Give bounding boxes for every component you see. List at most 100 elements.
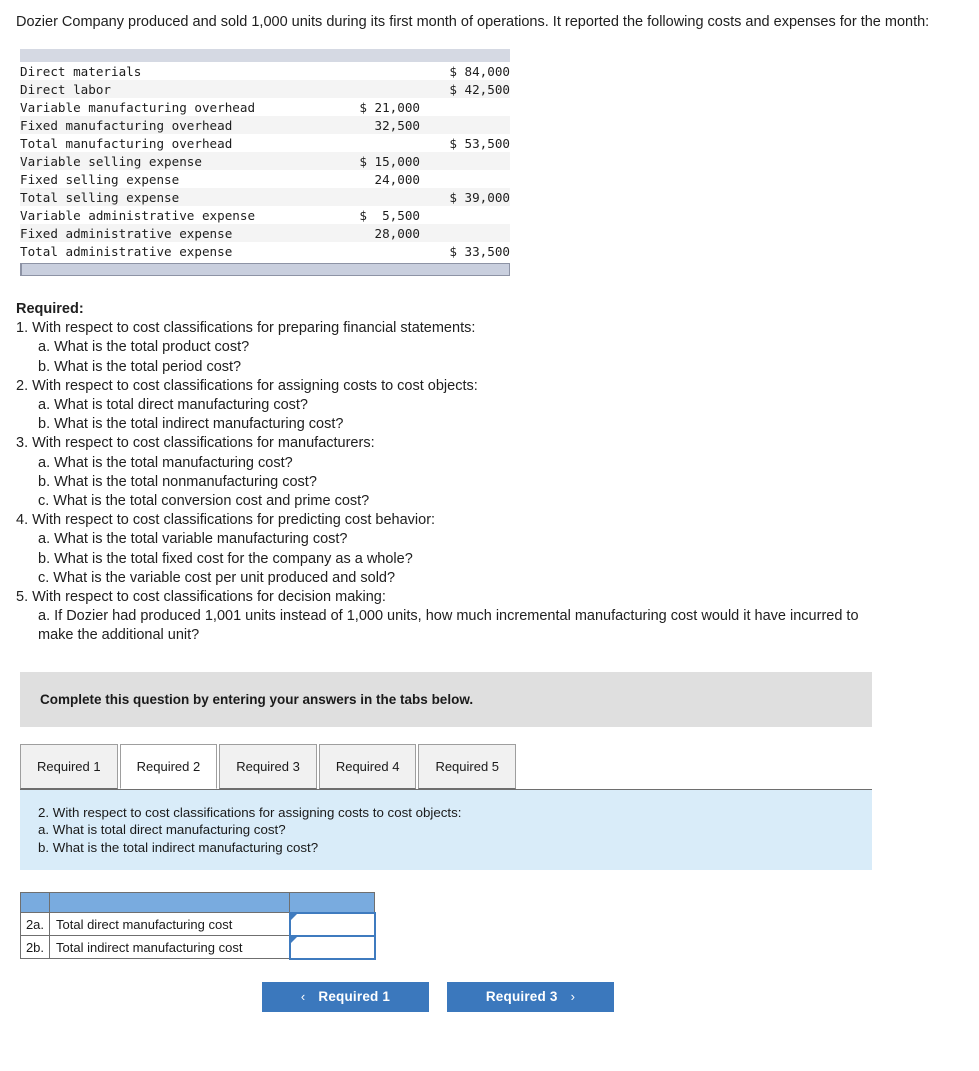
cost-row-total — [420, 98, 510, 116]
required-line: b. What is the total nonmanufacturing co… — [38, 473, 317, 490]
tab-required-1[interactable]: Required 1 — [20, 743, 118, 789]
cell-marker-icon — [290, 936, 297, 943]
cost-table-row: Variable administrative expense $ 5,500 — [20, 206, 510, 224]
cost-row-total: $ 39,000 — [420, 188, 510, 206]
prompt-line: b. What is the total indirect manufactur… — [38, 839, 319, 855]
cost-row-label: Direct labor — [20, 80, 320, 98]
answer-input-field[interactable] — [290, 913, 374, 935]
cost-table-row: Total administrative expense $ 33,500 — [20, 242, 510, 260]
cost-row-label: Variable administrative expense — [20, 207, 256, 223]
required-section: Required: 1. With respect to cost classi… — [16, 300, 946, 646]
cost-table-row: Fixed selling expense 24,000 — [20, 170, 510, 188]
required-heading: Required: — [16, 301, 84, 317]
cost-row-total: $ 33,500 — [449, 243, 510, 259]
chevron-right-icon: › — [570, 989, 576, 1005]
cost-row-label: Fixed administrative expense — [20, 224, 320, 242]
required-line: 5. With respect to cost classifications … — [16, 589, 386, 606]
required-line: b. What is the total period cost? — [38, 358, 242, 375]
cost-row-subvalue — [320, 62, 420, 80]
answer-input-cell[interactable] — [288, 934, 376, 960]
required-line: b. What is the total indirect manufactur… — [38, 416, 344, 433]
cost-table-footer-bar — [20, 263, 510, 276]
answer-input-cell[interactable] — [288, 911, 376, 937]
prompt-line: 2. With respect to cost classifications … — [38, 804, 462, 820]
cost-row-subvalue: 28,000 — [320, 224, 420, 242]
cost-table-container: Direct materials $ 84,000 Direct labor $ 42… — [20, 48, 510, 276]
tab-label: Required 2 — [136, 758, 201, 774]
cost-row-label: Total administrative expense — [20, 243, 233, 259]
required-line: make the additional unit? — [38, 627, 200, 644]
cost-table-row: Total selling expense $ 39,000 — [20, 188, 510, 206]
active-tab-prompt: 2. With respect to cost classifications … — [20, 789, 872, 871]
cost-row-subvalue: $ 5,500 — [359, 207, 420, 223]
answer-header-num-cell — [20, 892, 50, 914]
answer-header-value-cell — [289, 892, 375, 914]
cost-row-total: $ 84,000 — [449, 63, 510, 79]
cost-row-label: Direct materials — [20, 63, 142, 79]
tab-required-2[interactable]: Required 2 — [119, 743, 218, 789]
required-line: 1. With respect to cost classifications … — [16, 320, 476, 337]
cost-row-total — [420, 116, 510, 134]
cost-row-total — [420, 152, 510, 170]
cost-row-total — [420, 224, 510, 242]
cost-row-label: Total selling expense — [20, 188, 320, 206]
next-required-label: Required 3 — [485, 989, 558, 1005]
answer-table-header-row — [20, 892, 375, 914]
required-line: a. What is total direct manufacturing co… — [38, 397, 308, 414]
tab-label: Required 3 — [236, 758, 300, 774]
answer-row-number: 2a. — [20, 912, 50, 937]
required-line: a. What is the total manufacturing cost? — [38, 454, 293, 471]
cost-row-label: Variable manufacturing overhead — [20, 99, 256, 115]
prev-required-label: Required 1 — [318, 989, 391, 1005]
tab-required-4[interactable]: Required 4 — [318, 743, 417, 789]
required-line: 3. With respect to cost classifications … — [16, 435, 375, 452]
question-intro: Dozier Company produced and sold 1,000 u… — [16, 14, 930, 30]
answer-row-label: Total indirect manufacturing cost — [49, 935, 290, 960]
cost-row-label: Fixed selling expense — [20, 171, 180, 187]
next-required-button[interactable]: Required 3 › — [447, 981, 614, 1012]
cost-row-subvalue — [320, 188, 420, 206]
cost-table-row: Direct materials $ 84,000 — [20, 62, 510, 80]
cost-table: Direct materials $ 84,000 Direct labor $ 42… — [20, 62, 510, 260]
cost-table-row: Variable manufacturing overhead $ 21,000 — [20, 98, 510, 116]
answer-table-row: 2b. Total indirect manufacturing cost — [20, 934, 376, 960]
cost-row-total — [420, 206, 510, 224]
required-line: a. What is the total variable manufactur… — [38, 531, 348, 548]
cost-table-header-bar — [20, 48, 510, 62]
cost-row-total — [420, 170, 510, 188]
cost-row-subvalue — [320, 134, 420, 152]
tab-label: Required 4 — [335, 758, 400, 774]
cell-marker-icon — [290, 913, 297, 920]
tab-navigation: ‹ Required 1 Required 3 › — [0, 981, 979, 1012]
cost-row-label: Variable selling expense — [20, 152, 320, 170]
cost-table-row: Direct labor $ 42,500 — [20, 80, 510, 98]
cost-row-total: $ 53,500 — [449, 135, 510, 151]
answer-input-field[interactable] — [290, 936, 374, 958]
answer-table: 2a. Total direct manufacturing cost 2b. Tot… — [20, 892, 376, 960]
cost-row-subvalue: $ 15,000 — [320, 152, 420, 170]
cost-row-subvalue: 32,500 — [320, 116, 420, 134]
instruction-banner: Complete this question by entering your … — [20, 671, 872, 727]
required-line: c. What is the total conversion cost and… — [38, 493, 370, 510]
tab-required-5[interactable]: Required 5 — [418, 743, 517, 789]
answer-table-row: 2a. Total direct manufacturing cost — [20, 911, 376, 937]
required-line: c. What is the variable cost per unit pr… — [38, 569, 396, 586]
required-line: b. What is the total fixed cost for the … — [38, 550, 413, 567]
answer-row-number: 2b. — [20, 935, 50, 960]
prev-required-button[interactable]: ‹ Required 1 — [262, 981, 429, 1012]
required-line: a. What is the total product cost? — [38, 339, 250, 356]
tab-required-3[interactable]: Required 3 — [219, 743, 317, 789]
instruction-banner-text: Complete this question by entering your … — [40, 691, 474, 707]
cost-table-row: Variable selling expense $ 15,000 — [20, 152, 510, 170]
cost-table-row: Fixed administrative expense 28,000 — [20, 224, 510, 242]
chevron-left-icon: ‹ — [300, 989, 306, 1005]
cost-table-row: Fixed manufacturing overhead 32,500 — [20, 116, 510, 134]
required-line: 2. With respect to cost classifications … — [16, 377, 478, 394]
answer-header-label-cell — [49, 892, 290, 914]
cost-row-subvalue — [320, 80, 420, 98]
answer-table-container: 2a. Total direct manufacturing cost 2b. Tot… — [20, 892, 979, 960]
cost-row-subvalue: 24,000 — [374, 171, 421, 187]
cost-row-total: $ 42,500 — [420, 80, 510, 98]
cost-table-row: Total manufacturing overhead $ 53,500 — [20, 134, 510, 152]
cost-row-subvalue: $ 21,000 — [359, 99, 420, 115]
